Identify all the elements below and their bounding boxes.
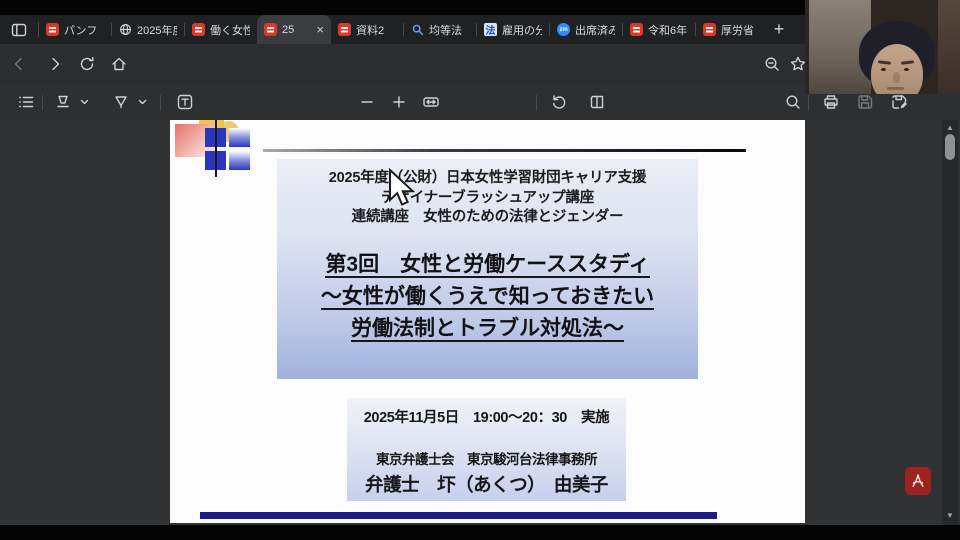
tab-actions-button[interactable]	[0, 15, 38, 44]
tab-koyo[interactable]: 法 雇用の分	[477, 15, 549, 44]
scroll-down-icon[interactable]: ▼	[942, 510, 958, 522]
back-icon[interactable]	[10, 55, 28, 73]
pdf-file-icon	[264, 23, 277, 36]
tab-active-25[interactable]: 25 ×	[257, 15, 331, 44]
fit-to-width-icon[interactable]	[422, 93, 440, 111]
slide-title-line: 労働法制とトラブル対処法～	[351, 317, 624, 342]
tab-kintoho[interactable]: 均等法	[404, 15, 476, 44]
divider	[42, 95, 43, 110]
browser-window: パンフ 2025年度 働く女性 25 × 資料2 均等	[0, 0, 960, 540]
tab-label: 2025年度	[137, 22, 177, 38]
table-of-contents-icon[interactable]	[17, 93, 35, 111]
divider	[536, 95, 537, 110]
webcam-overlay[interactable]	[805, 0, 960, 94]
refresh-icon[interactable]	[78, 55, 96, 73]
draw-tool-icon[interactable]	[112, 93, 130, 111]
divider	[808, 95, 809, 110]
zoom-app-icon: zm	[557, 23, 570, 36]
tab-shusseki[interactable]: zm 出席済み	[550, 15, 622, 44]
close-tab-icon[interactable]: ×	[314, 22, 324, 37]
highlighter-tool-icon[interactable]	[54, 93, 72, 111]
tab-label: パンフ	[64, 22, 104, 38]
pdf-file-icon	[192, 23, 205, 36]
slide-decoration-vline	[215, 120, 217, 177]
home-icon[interactable]	[110, 55, 128, 73]
webcam-background-right	[938, 0, 960, 94]
slide-rule-line	[263, 149, 746, 152]
slide-schedule: 2025年11月5日 19:00～20：30 実施	[347, 398, 626, 427]
tab-actions-icon	[10, 21, 28, 39]
search-icon	[411, 23, 424, 36]
tab-label: 雇用の分	[502, 22, 542, 38]
pdf-file-icon	[338, 23, 351, 36]
tab-korosho[interactable]: 厚労省	[696, 15, 768, 44]
tab-hataraku-josei[interactable]: 働く女性	[185, 15, 257, 44]
scrollbar-thumb[interactable]	[945, 134, 955, 160]
tab-reiwa6[interactable]: 令和6年	[623, 15, 695, 44]
tab-label: 出席済み	[575, 22, 615, 38]
slide-title-box: 2025年度（公財）日本女性学習財団キャリア支援 デザイナーブラッシュアップ講座…	[277, 159, 698, 379]
pdf-file-icon	[630, 23, 643, 36]
tab-label: 令和6年	[648, 22, 688, 38]
chevron-down-icon[interactable]	[80, 99, 89, 106]
slide-bottom-bar	[200, 512, 717, 519]
slide-header-line: 連続講座 女性のための法律とジェンダー	[277, 208, 698, 228]
tab-shiryo2[interactable]: 資料2	[331, 15, 403, 44]
tab-label: 資料2	[356, 22, 396, 38]
adobe-acrobat-button[interactable]	[905, 467, 931, 495]
tab-label: 厚労省	[721, 22, 761, 38]
add-text-icon[interactable]	[176, 93, 194, 111]
save-icon[interactable]	[856, 93, 874, 111]
print-icon[interactable]	[822, 93, 840, 111]
slide-header-line: 2025年度（公財）日本女性学習財団キャリア支援	[277, 169, 698, 189]
scroll-up-icon[interactable]: ▲	[942, 122, 958, 134]
webcam-person-eye	[904, 68, 909, 71]
slide-presenter: 弁護士 圷（あくつ） 由美子	[347, 471, 626, 497]
pdf-file-icon	[46, 23, 59, 36]
pdf-viewer[interactable]: 2025年度（公財）日本女性学習財団キャリア支援 デザイナーブラッシュアップ講座…	[0, 120, 960, 525]
mouse-cursor	[388, 168, 418, 210]
tab-label: 働く女性	[210, 22, 250, 38]
page-view-icon[interactable]	[588, 93, 606, 111]
webcam-person-mouth	[887, 87, 904, 90]
pdf-file-icon	[703, 23, 716, 36]
slide-info-box: 2025年11月5日 19:00～20：30 実施 東京弁護士会 東京駿河台法律…	[347, 398, 626, 501]
globe-icon	[119, 23, 132, 36]
save-as-icon[interactable]	[890, 93, 908, 111]
tab-label: 均等法	[429, 22, 469, 38]
law-site-icon: 法	[484, 23, 497, 36]
pdf-page: 2025年度（公財）日本女性学習財団キャリア支援 デザイナーブラッシュアップ講座…	[170, 120, 805, 523]
slide-title-line: ～女性が働くうえで知っておきたい	[321, 285, 654, 310]
acrobat-logo-icon	[909, 472, 927, 490]
divider	[160, 95, 161, 110]
webcam-person-nose	[893, 72, 900, 83]
new-tab-button[interactable]: +	[766, 17, 792, 42]
zoom-out-icon[interactable]	[358, 93, 376, 111]
tab-2025[interactable]: 2025年度	[112, 15, 184, 44]
search-document-icon[interactable]	[784, 93, 802, 111]
slide-decoration-blue-square	[229, 151, 250, 170]
chevron-down-icon[interactable]	[138, 99, 147, 106]
slide-title-line: 第3回 女性と労働ケーススタディ	[325, 253, 649, 278]
webcam-person-eye	[881, 68, 886, 71]
zoom-in-icon[interactable]	[390, 93, 408, 111]
scrollbar-track[interactable]	[942, 120, 958, 525]
slide-header-line: デザイナーブラッシュアップ講座	[277, 189, 698, 209]
tab-panfu[interactable]: パンフ	[39, 15, 111, 44]
slide-affiliation: 東京弁護士会 東京駿河台法律事務所	[347, 448, 626, 468]
slide-decoration-blue-square	[229, 128, 250, 147]
zoom-page-icon[interactable]	[763, 55, 781, 73]
rotate-icon[interactable]	[550, 93, 568, 111]
tab-label: 25	[282, 24, 309, 36]
forward-icon[interactable]	[46, 55, 64, 73]
